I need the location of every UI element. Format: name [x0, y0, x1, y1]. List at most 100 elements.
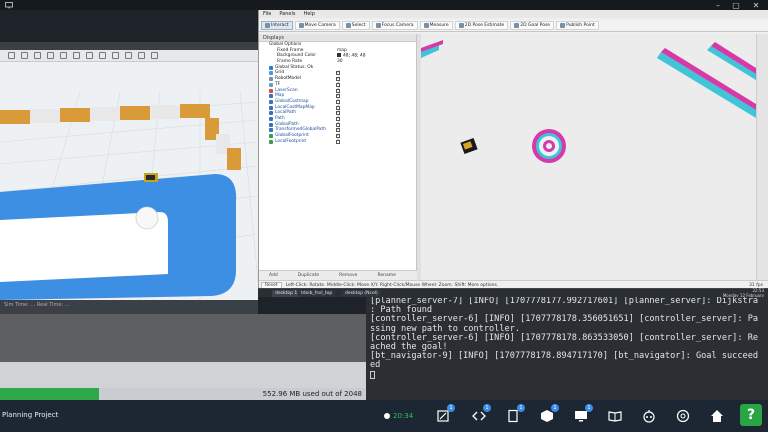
display-type-icon	[269, 122, 273, 127]
files-badge: 1	[517, 404, 525, 412]
taskbar-item-2[interactable]: tdoib_fsvl_top	[298, 290, 336, 297]
notebook-badge: 1	[447, 404, 455, 412]
menu-panels[interactable]: Panels	[279, 11, 295, 17]
sphere-shape-icon[interactable]	[99, 52, 106, 59]
display-type-icon	[269, 134, 273, 138]
light-icon[interactable]	[125, 52, 132, 59]
views-panel-collapsed[interactable]	[756, 34, 768, 280]
gazebo-3d-scene[interactable]	[0, 62, 258, 306]
maximize-icon[interactable]: ▢	[730, 0, 742, 10]
robot-icon[interactable]	[640, 407, 658, 425]
help-button[interactable]: ?	[740, 404, 762, 426]
display-type-icon	[269, 88, 273, 93]
gazebo-window: Sim Time: ... Real Time: ...	[0, 42, 258, 314]
cube-icon[interactable]: 1	[538, 404, 559, 425]
display-type-icon	[269, 111, 273, 116]
display-type-icon	[269, 71, 273, 76]
display-enabled-checkbox[interactable]	[336, 138, 340, 144]
menu-help[interactable]: Help	[303, 11, 314, 17]
memory-usage-fill	[0, 388, 99, 400]
rename-display-button[interactable]: Rename	[377, 273, 395, 278]
display-type-icon	[269, 77, 273, 82]
tool-interact[interactable]: Interact	[261, 21, 293, 30]
tool-focus-camera[interactable]: Focus Camera	[371, 21, 418, 30]
session-timer: 20:34	[384, 412, 413, 420]
display-type-icon	[269, 65, 273, 70]
remove-display-button[interactable]: Remove	[339, 273, 357, 278]
interact-icon	[265, 23, 270, 28]
paste-icon[interactable]	[151, 52, 158, 59]
book-icon[interactable]	[606, 407, 624, 425]
memory-usage-bar: 552.96 MB used out of 2048	[0, 388, 366, 400]
display-type-icon	[269, 128, 273, 133]
memory-usage-text: 552.96 MB used out of 2048	[262, 390, 362, 398]
code-icon[interactable]: 1	[470, 404, 491, 425]
terminal-line: ed	[370, 360, 381, 371]
rviz-window: File Panels Help Interact Move Camera Se…	[258, 10, 768, 294]
display-type-icon	[269, 116, 273, 121]
select-tool-icon[interactable]	[8, 52, 15, 59]
publish-point-icon	[560, 23, 566, 28]
goal-pose-icon	[514, 23, 520, 28]
home-icon[interactable]	[708, 407, 726, 425]
tool-2d-goal-pose[interactable]: 2D Goal Pose	[510, 21, 555, 30]
openai-icon[interactable]	[674, 407, 692, 425]
project-title: Planning Project	[2, 411, 59, 419]
duplicate-display-button[interactable]: Duplicate	[298, 273, 319, 278]
minimize-icon[interactable]: –	[712, 0, 724, 10]
displays-panel: Displays Global Options Fixed Frame map B…	[259, 34, 417, 280]
rviz-3d-view[interactable]	[421, 34, 756, 280]
displays-panel-title: Displays	[259, 34, 416, 42]
desktop-badge: 1	[585, 404, 593, 412]
rviz-menubar: File Panels Help	[259, 10, 768, 18]
tool-select[interactable]: Select	[341, 21, 370, 30]
move-camera-icon	[298, 23, 304, 28]
terminal-cursor	[370, 370, 375, 379]
tool-publish-point[interactable]: Publish Point	[556, 21, 599, 30]
taskbar-item-desktop[interactable]: desktop 1	[272, 290, 301, 297]
terminal-window[interactable]: [planner_server-7] [INFO] [1707778177.99…	[366, 297, 768, 400]
select-icon	[345, 23, 351, 28]
menu-file[interactable]: File	[263, 11, 271, 17]
top-strip: – ▢ ✕	[0, 0, 768, 10]
add-display-button[interactable]: Add	[269, 273, 278, 278]
display-type-icon	[269, 139, 273, 144]
gazebo-status-text: Sim Time: ... Real Time: ...	[4, 302, 70, 308]
cylinder-shape-icon[interactable]	[112, 52, 119, 59]
close-icon[interactable]: ✕	[750, 0, 762, 10]
terminal-prompt[interactable]	[366, 370, 768, 381]
notebook-icon[interactable]: 1	[434, 404, 455, 425]
display-row[interactable]: LocalFootprint	[259, 138, 416, 145]
tool-move-camera[interactable]: Move Camera	[294, 21, 340, 30]
cube-badge: 1	[551, 404, 559, 412]
desktop-icon[interactable]: 1	[572, 404, 593, 425]
taskbar-item-3[interactable]: desktop (Ncel)	[342, 290, 381, 297]
box-shape-icon[interactable]	[86, 52, 93, 59]
terminal-output: [planner_server-7] [INFO] [1707778177.99…	[366, 297, 768, 371]
gazebo-status-bar: Sim Time: ... Real Time: ...	[0, 300, 258, 314]
display-type-icon	[269, 82, 273, 87]
tool-measure[interactable]: Measure	[419, 21, 453, 30]
redo-icon[interactable]	[73, 52, 80, 59]
scale-tool-icon[interactable]	[47, 52, 54, 59]
monitor-icon[interactable]	[4, 0, 14, 10]
tool-2d-pose-estimate[interactable]: 2D Pose Estimate	[454, 21, 509, 30]
light-panel	[0, 362, 366, 388]
window-taskbar: desktop 1 tdoib_fsvl_top desktop (Ncel) …	[258, 288, 768, 297]
rviz-toolbar: Interact Move Camera Select Focus Camera…	[259, 20, 768, 32]
display-type-icon	[269, 99, 273, 104]
rotate-tool-icon[interactable]	[34, 52, 41, 59]
undo-icon[interactable]	[60, 52, 67, 59]
display-type-icon	[269, 94, 273, 99]
gazebo-toolbar	[0, 50, 258, 62]
color-swatch	[337, 53, 341, 58]
focus-camera-icon	[375, 23, 381, 28]
files-icon[interactable]: 1	[504, 404, 525, 425]
code-badge: 1	[483, 404, 491, 412]
pose-estimate-icon	[458, 23, 464, 28]
display-type-icon	[269, 105, 273, 110]
display-label: LocalFootprint	[275, 138, 307, 144]
translate-tool-icon[interactable]	[21, 52, 28, 59]
gazebo-bottom-panel	[0, 314, 366, 362]
copy-icon[interactable]	[138, 52, 145, 59]
